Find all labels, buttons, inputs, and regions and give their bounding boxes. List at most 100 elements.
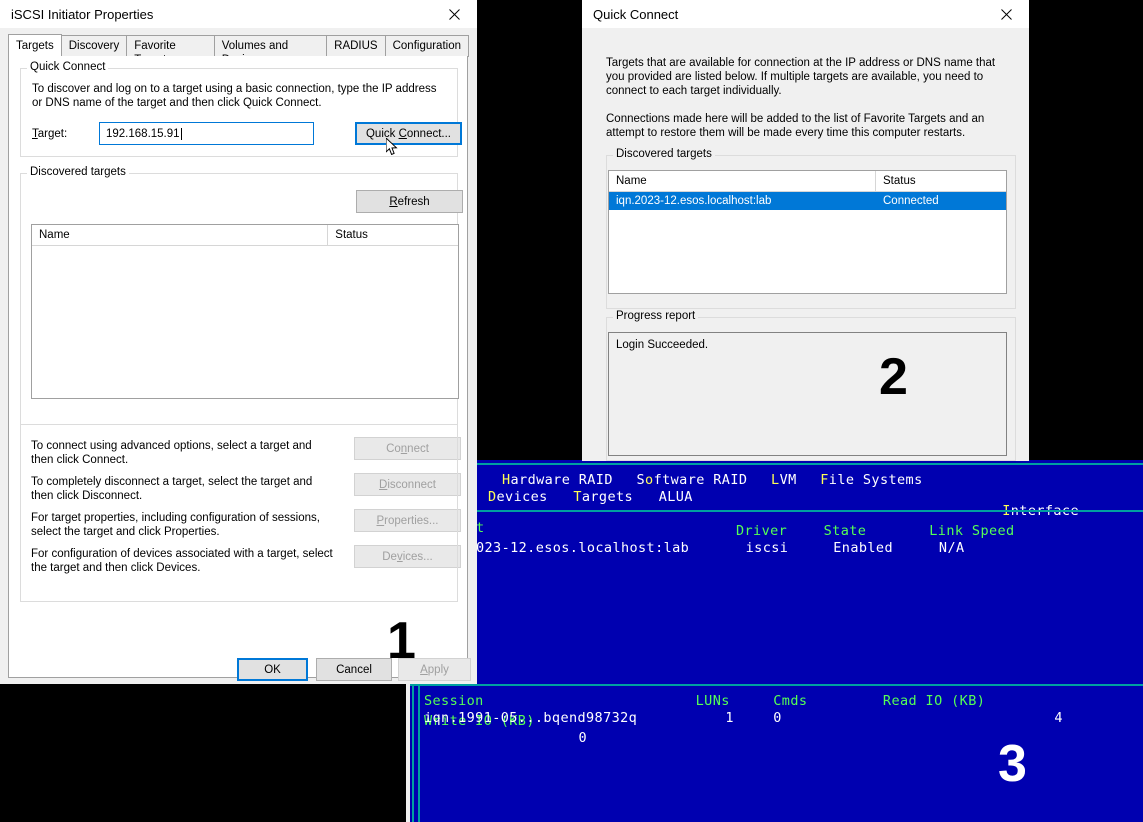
terminal-row-state: Enabled [833,540,893,556]
cancel-button-label: Cancel [336,663,372,676]
ok-button-label: OK [264,663,281,676]
session-value-write-io: 0 [578,730,587,746]
terminal-top-rule [474,463,1143,465]
target-input[interactable]: 192.168.15.91 [99,122,314,145]
qc-progress-report-label: Progress report [613,310,699,322]
qc-column-header-name[interactable]: Name [609,171,876,191]
refresh-button-label: Refresh [389,195,430,208]
terminal-top-rule-2 [474,510,1143,512]
tabpage-inner-divider-left [20,425,21,602]
tab-discovery[interactable]: Discovery [60,35,128,57]
connect-button[interactable]: Connect [354,437,461,460]
ok-button[interactable]: OK [237,658,308,681]
quick-connect-title-text: Quick Connect [593,6,679,22]
qc-row-name: iqn.2023-12.esos.localhost:lab [616,195,772,207]
close-glyph [448,8,460,20]
tab-page-targets: Quick Connect To discover and log on to … [8,56,468,678]
qc-progress-message: Login Succeeded. [616,339,709,351]
quick-connect-titlebar[interactable]: Quick Connect [582,0,1029,28]
terminal-target-row[interactable]: 023-12.esos.localhost:lab iscsi Enabled … [476,537,965,557]
iscsi-initiator-properties-window[interactable]: iSCSI Initiator Properties Targets Disco… [0,0,477,684]
table-row[interactable]: iqn.2023-12.esos.localhost:lab Connected [609,192,1006,210]
properties-button-label: Properties... [376,514,439,527]
discovered-targets-group-label: Discovered targets [27,166,129,178]
terminal-row-name: 023-12.esos.localhost:lab [476,540,690,556]
tab-targets-label: Targets [16,40,54,52]
disconnect-description: To completely disconnect a target, selec… [31,476,313,502]
tab-configuration[interactable]: Configuration [384,35,469,57]
target-label: Target: [32,128,68,140]
terminal-header-partial: t [476,520,485,536]
devices-button-label: Devices... [382,550,433,563]
step-badge-2: 2 [879,348,908,406]
esos-terminal-bottom[interactable]: Session LUNs Cmds Read IO (KB) Write IO … [410,682,1143,822]
devices-button[interactable]: Devices... [354,545,461,568]
quick-connect-button-label: Quick Connect... [365,127,452,140]
terminal-session-row[interactable]: iqn.1991-05...bqend98732q 1 0 4 0 [424,707,1143,747]
quick-connect-body: Targets that are available for connectio… [582,28,1029,461]
close-glyph [1000,8,1012,20]
iscsi-titlebar[interactable]: iSCSI Initiator Properties [0,0,477,28]
tab-discovery-label: Discovery [68,40,120,52]
qc-column-header-status[interactable]: Status [876,171,1006,191]
tab-radius-label: RADIUS [334,40,378,52]
tab-targets[interactable]: Targets [8,34,62,58]
quick-connect-group-label: Quick Connect [27,61,109,73]
connect-button-label: Connect [386,442,429,455]
properties-button[interactable]: Properties... [354,509,461,532]
qc-listbox-header: Name Status [609,171,1006,192]
qc-progress-report-group: Progress report Login Succeeded. 2 [606,310,1016,461]
qc-row-status: Connected [883,195,939,207]
apply-button[interactable]: Apply [398,658,471,681]
target-input-value: 192.168.15.91 [106,127,180,140]
quick-connect-description: To discover and log on to a target using… [32,83,437,109]
cancel-button[interactable]: Cancel [316,658,392,681]
tab-favorite-targets[interactable]: Favorite Targets [126,35,215,66]
column-header-name[interactable]: Name [32,225,329,245]
tabpage-inner-divider-right [457,425,458,602]
quick-connect-paragraph-2: Connections made here will be added to t… [606,113,985,139]
disconnect-button[interactable]: Disconnect [354,473,461,496]
tab-radius[interactable]: RADIUS [326,35,386,57]
refresh-button[interactable]: Refresh [356,190,463,213]
close-icon[interactable] [431,0,477,28]
iscsi-window-body: Targets Discovery Favorite Targets Volum… [0,28,477,684]
menu-item-targets[interactable]: Targets [573,489,633,505]
terminal-bottom-rule [410,684,1143,686]
session-value-cmds: 0 [773,710,782,726]
tab-bar[interactable]: Targets Discovery Favorite Targets Volum… [8,34,469,66]
qc-discovered-targets-label: Discovered targets [613,148,715,160]
devices-description: For configuration of devices associated … [31,548,333,574]
connect-description: To connect using advanced options, selec… [31,440,312,466]
quick-connect-window[interactable]: Quick Connect Targets that are available… [582,0,1029,461]
properties-description: For target properties, including configu… [31,512,320,538]
tabpage-inner-divider [20,601,458,602]
quick-connect-paragraph-1: Targets that are available for connectio… [606,57,996,97]
qc-progress-report-box: Login Succeeded. 2 [608,332,1007,456]
qc-discovered-targets-group: Discovered targets Name Status iqn.2023-… [606,148,1016,309]
mouse-cursor [385,136,398,156]
quick-connect-button[interactable]: Quick Connect... [355,122,462,145]
terminal-row-driver: iscsi [745,540,789,556]
close-icon[interactable] [983,0,1029,28]
session-value-luns: 1 [725,710,734,726]
menu-item-file-systems[interactable]: File Systems [820,472,922,488]
black-panel-bottom-left [0,682,406,822]
menu-item-alua[interactable]: ALUA [659,489,693,505]
terminal-menu-row-2[interactable]: Devices Targets ALUA [488,486,693,506]
esos-terminal-top[interactable]: Hardware RAID Software RAID LVM File Sys… [474,460,1143,682]
iscsi-title-text: iSCSI Initiator Properties [11,6,154,22]
discovered-targets-listbox[interactable]: Name Status [31,224,459,399]
step-badge-3: 3 [998,735,1027,793]
menu-item-lvm[interactable]: LVM [771,472,797,488]
session-value-name: iqn.1991-05...bqend98732q [424,710,638,726]
terminal-bottom-border-left-1 [412,682,414,822]
tab-volumes-and-devices[interactable]: Volumes and Devices [213,35,328,66]
column-header-status[interactable]: Status [328,225,458,245]
text-caret [180,127,182,140]
terminal-row-link-speed: N/A [938,540,965,556]
session-value-read-io: 4 [1054,710,1063,726]
qc-discovered-targets-listbox[interactable]: Name Status iqn.2023-12.esos.localhost:l… [608,170,1007,294]
discovered-targets-group: Discovered targets Refresh Name Status [20,166,463,425]
menu-item-devices[interactable]: Devices [488,489,548,505]
